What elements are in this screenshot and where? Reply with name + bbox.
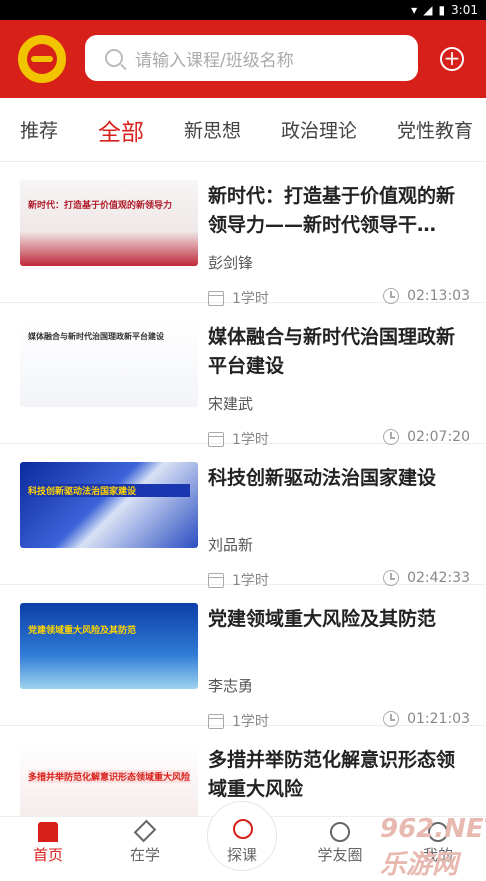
course-title: 科技创新驱动法治国家建设 <box>208 467 437 489</box>
tab-all[interactable]: 全部 <box>78 113 164 147</box>
course-title: 媒体融合与新时代治国理政新平台建设 <box>208 326 456 377</box>
pencil-icon <box>133 819 157 843</box>
wifi-icon: ▾ <box>411 3 418 17</box>
nav-explore[interactable]: 探课 <box>202 817 282 865</box>
course-thumbnail: 新时代：打造基于价值观的新领导力 <box>20 180 198 266</box>
course-author: 刘品新 <box>208 536 254 554</box>
watermark: 962.NET 乐游网 <box>380 814 486 880</box>
plus-icon: + <box>443 46 461 70</box>
status-bar: ▾ ◢ ▮ 3:01 <box>0 0 486 20</box>
nav-studying[interactable]: 在学 <box>105 817 185 865</box>
clock-icon <box>383 288 400 304</box>
nav-home[interactable]: 首页 <box>8 817 88 865</box>
course-duration: 02:13:03 <box>407 288 470 304</box>
tab-new-thought[interactable]: 新思想 <box>164 116 261 143</box>
course-item[interactable]: 媒体融合与新时代治国理政新平台建设 媒体融合与新时代治国理政新平台建设 宋建武 … <box>0 303 486 448</box>
tab-recommend[interactable]: 推荐 <box>0 116 78 143</box>
category-tabs: 推荐 全部 新思想 政治理论 党性教育 <box>0 98 486 162</box>
course-title: 党建领域重大风险及其防范 <box>208 608 437 630</box>
course-author: 宋建武 <box>208 395 254 413</box>
add-button[interactable]: + <box>440 47 464 71</box>
clock-icon <box>383 570 400 586</box>
friends-icon <box>330 822 350 842</box>
course-duration: 02:07:20 <box>407 429 470 445</box>
course-thumbnail: 媒体融合与新时代治国理政新平台建设 <box>20 321 198 407</box>
course-duration: 02:42:33 <box>407 570 470 586</box>
course-author: 彭剑锋 <box>208 254 254 272</box>
signal-icon: ◢ <box>423 3 433 17</box>
search-icon <box>105 49 123 67</box>
course-title: 新时代：打造基于价值观的新领导力——新时代领导干… <box>208 185 456 236</box>
course-thumbnail: 党建领域重大风险及其防范 <box>20 603 198 689</box>
clock-icon <box>383 711 400 727</box>
search-placeholder: 请输入课程/班级名称 <box>135 50 294 71</box>
course-item[interactable]: 科技创新驱动法治国家建设 科技创新驱动法治国家建设 刘品新 1学时 02:42:… <box>0 444 486 589</box>
header: 请输入课程/班级名称 + <box>0 20 486 98</box>
status-time: 3:01 <box>451 3 478 17</box>
play-icon <box>233 819 253 839</box>
clock-icon <box>383 429 400 445</box>
tab-party-education[interactable]: 党性教育 <box>377 116 486 143</box>
battery-icon: ▮ <box>438 3 446 17</box>
search-input[interactable]: 请输入课程/班级名称 <box>85 35 418 81</box>
tab-political-theory[interactable]: 政治理论 <box>261 116 377 143</box>
home-icon <box>38 822 58 842</box>
course-title: 多措并举防范化解意识形态领域重大风险 <box>208 749 456 800</box>
course-duration: 01:21:03 <box>407 711 470 727</box>
app-logo <box>18 35 66 83</box>
course-item[interactable]: 党建领域重大风险及其防范 党建领域重大风险及其防范 李志勇 1学时 01:21:… <box>0 585 486 730</box>
course-author: 李志勇 <box>208 677 254 695</box>
nav-classmates[interactable]: 学友圈 <box>300 817 380 865</box>
course-thumbnail: 科技创新驱动法治国家建设 <box>20 462 198 548</box>
course-item[interactable]: 新时代：打造基于价值观的新领导力 新时代：打造基于价值观的新领导力——新时代领导… <box>0 162 486 307</box>
